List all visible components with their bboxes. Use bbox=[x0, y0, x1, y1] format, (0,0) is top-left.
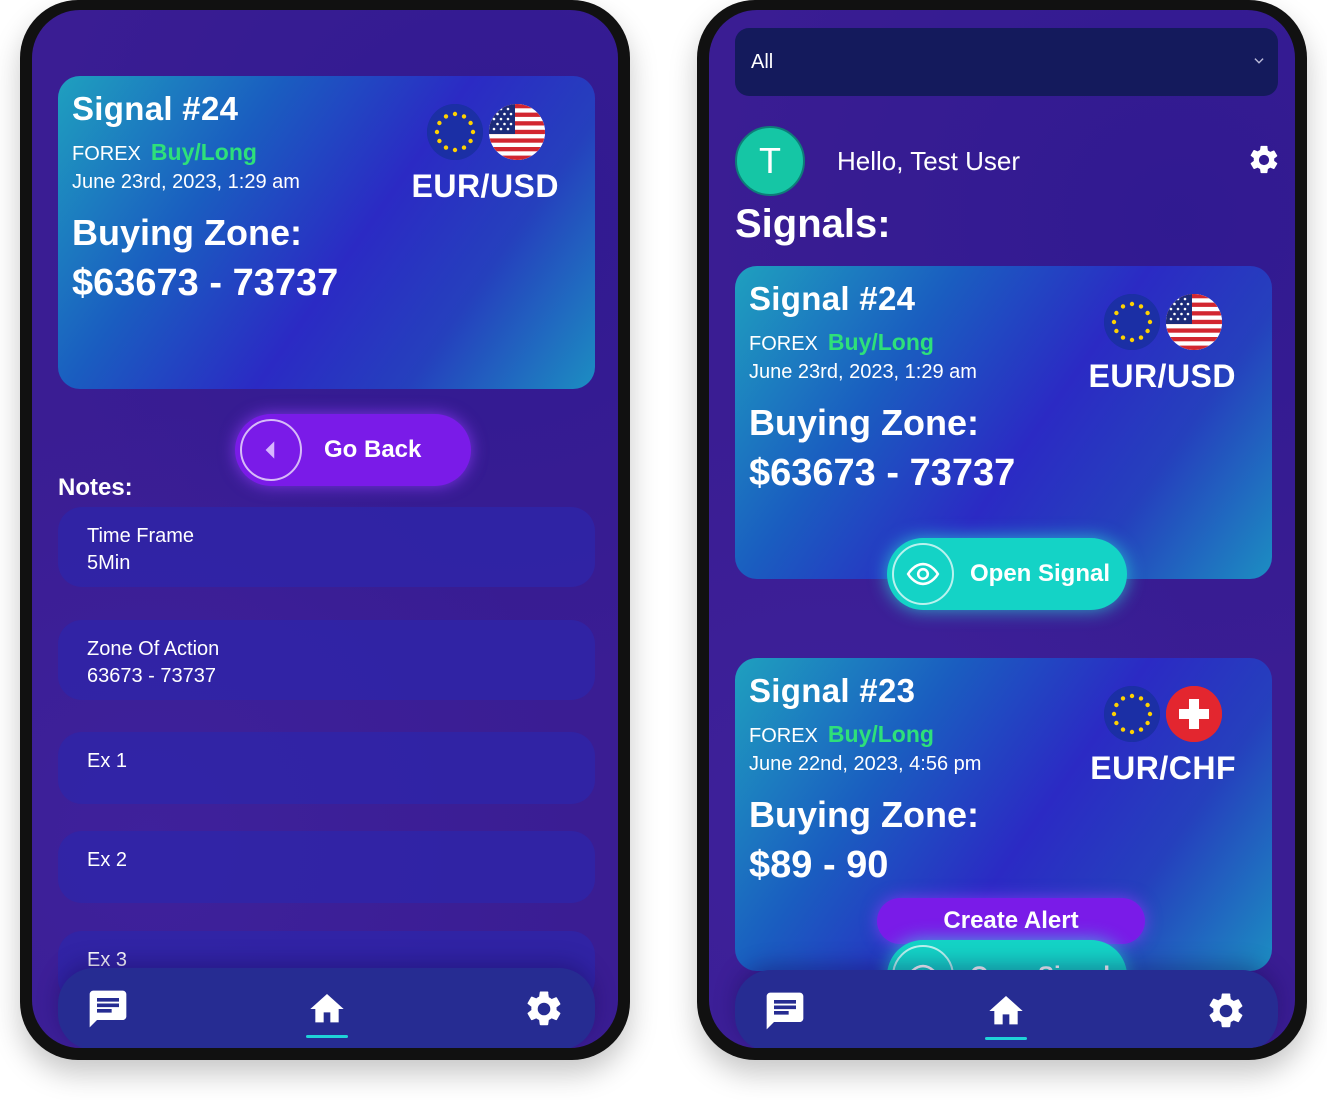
signal-market: FOREX bbox=[749, 725, 818, 747]
note-title: Ex 2 bbox=[87, 849, 128, 871]
active-tab-indicator bbox=[985, 1037, 1027, 1040]
signal-meta: FOREX Buy/Long bbox=[749, 329, 934, 356]
note-value: 63673 - 73737 bbox=[87, 665, 217, 687]
note-card: Ex 2 bbox=[58, 831, 595, 903]
signal-card: Signal #23 FOREX Buy/Long June 22nd, 202… bbox=[735, 658, 1272, 971]
buying-zone-label: Buying Zone: bbox=[72, 212, 302, 253]
home-icon[interactable] bbox=[304, 986, 350, 1038]
note-title: Zone Of Action bbox=[87, 638, 220, 660]
signal-date: June 23rd, 2023, 1:29 am bbox=[749, 361, 977, 383]
filter-selected-value: All bbox=[751, 50, 774, 73]
us-flag-icon bbox=[1166, 294, 1222, 350]
note-card: Time Frame 5Min bbox=[58, 507, 595, 587]
go-back-button[interactable]: Go Back bbox=[235, 414, 471, 486]
signal-date: June 22nd, 2023, 4:56 pm bbox=[749, 753, 982, 775]
note-title: Ex 1 bbox=[87, 750, 128, 772]
chevron-down-icon bbox=[1254, 58, 1264, 64]
chat-icon[interactable] bbox=[85, 986, 131, 1032]
buying-zone-value: $63673 - 73737 bbox=[749, 452, 1016, 494]
note-value: 5Min bbox=[87, 552, 131, 574]
active-tab-indicator bbox=[306, 1035, 348, 1038]
gear-icon[interactable] bbox=[1247, 143, 1281, 177]
signal-title: Signal #23 bbox=[749, 672, 916, 709]
gear-icon[interactable] bbox=[1203, 988, 1249, 1034]
avatar[interactable]: T bbox=[735, 126, 805, 196]
go-back-label: Go Back bbox=[324, 436, 422, 463]
currency-flags bbox=[415, 104, 545, 164]
eu-flag-icon bbox=[1104, 294, 1160, 350]
buying-zone-label: Buying Zone: bbox=[749, 402, 979, 443]
home-icon[interactable] bbox=[983, 988, 1029, 1040]
eye-icon bbox=[892, 543, 954, 605]
bottom-nav bbox=[58, 968, 595, 1048]
note-card: Zone Of Action 63673 - 73737 bbox=[58, 620, 595, 700]
signal-date: June 23rd, 2023, 1:29 am bbox=[72, 171, 300, 193]
signal-card: Signal #24 FOREX Buy/Long June 23rd, 202… bbox=[735, 266, 1272, 610]
notes-heading: Notes: bbox=[58, 474, 133, 501]
note-title: Time Frame bbox=[87, 525, 195, 547]
phone-frame-list: All T Hello, Test User Signals: Signal #… bbox=[697, 0, 1307, 1060]
signal-filter-select[interactable]: All bbox=[735, 28, 1278, 96]
bottom-nav bbox=[735, 970, 1278, 1048]
buying-zone-value: $63673 - 73737 bbox=[72, 262, 339, 304]
signal-market: FOREX bbox=[749, 333, 818, 355]
create-alert-button[interactable]: Create Alert bbox=[877, 898, 1145, 944]
chevron-left-icon bbox=[240, 419, 302, 481]
eye-icon bbox=[892, 945, 954, 971]
eu-flag-icon bbox=[1104, 686, 1160, 742]
gear-icon[interactable] bbox=[521, 986, 567, 1032]
open-signal-button[interactable]: Open Signal bbox=[887, 538, 1127, 610]
us-flag-icon bbox=[489, 104, 545, 160]
signal-title: Signal #24 bbox=[72, 90, 239, 127]
currency-pair: EUR/USD bbox=[411, 168, 559, 204]
buying-zone-value: $89 - 90 bbox=[749, 844, 889, 886]
greeting: Hello, Test User bbox=[837, 146, 1021, 176]
open-signal-label: Open Signal bbox=[970, 560, 1111, 587]
eu-flag-icon bbox=[427, 104, 483, 160]
buying-zone-label: Buying Zone: bbox=[749, 794, 979, 835]
signal-direction: Buy/Long bbox=[150, 139, 257, 165]
currency-flags bbox=[1092, 686, 1222, 746]
signal-meta: FOREX Buy/Long bbox=[749, 721, 934, 748]
currency-pair: EUR/USD bbox=[1088, 358, 1236, 394]
signal-detail-screen: Signal #24 FOREX Buy/Long June 23rd, 202… bbox=[32, 10, 618, 1048]
page-title: Signals: bbox=[735, 202, 891, 246]
signal-market: FOREX bbox=[72, 143, 141, 165]
signal-direction: Buy/Long bbox=[827, 329, 934, 355]
currency-flags bbox=[1092, 294, 1222, 354]
signal-title: Signal #24 bbox=[749, 280, 916, 317]
chat-icon[interactable] bbox=[762, 988, 808, 1034]
signal-card: Signal #24 FOREX Buy/Long June 23rd, 202… bbox=[58, 76, 595, 486]
signal-meta: FOREX Buy/Long bbox=[72, 139, 257, 166]
signals-list-screen: All T Hello, Test User Signals: Signal #… bbox=[709, 10, 1295, 1048]
signal-direction: Buy/Long bbox=[827, 721, 934, 747]
phone-frame-detail: Signal #24 FOREX Buy/Long June 23rd, 202… bbox=[20, 0, 630, 1060]
open-signal-button[interactable]: Open Signal bbox=[887, 940, 1127, 971]
swiss-flag-icon bbox=[1166, 686, 1222, 742]
note-card: Ex 1 bbox=[58, 732, 595, 804]
currency-pair: EUR/CHF bbox=[1090, 750, 1236, 786]
